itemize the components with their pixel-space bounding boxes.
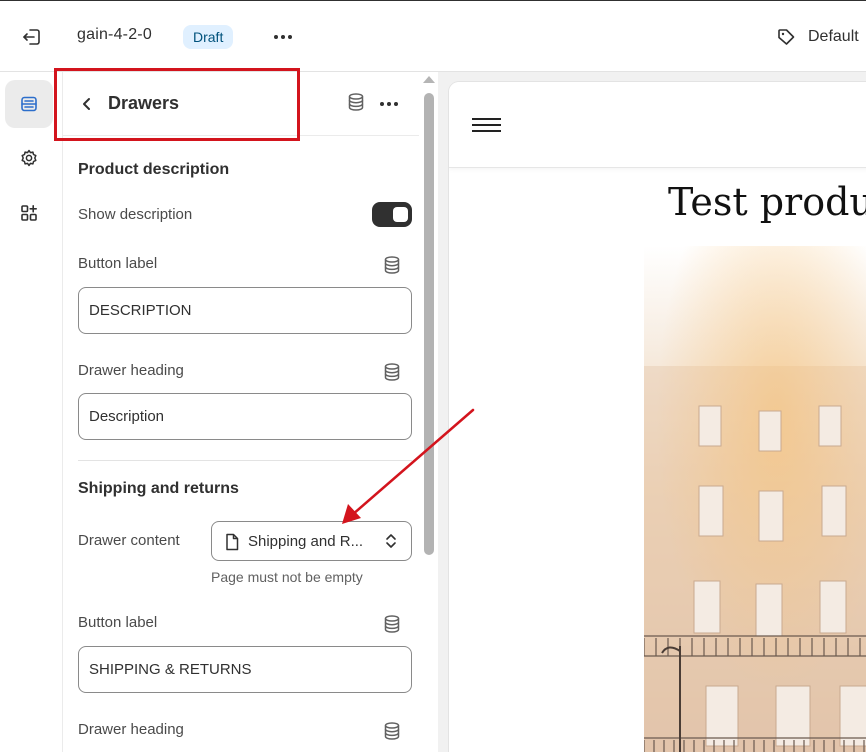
more-horizontal-icon bbox=[274, 35, 292, 39]
panel-title: Drawers bbox=[108, 93, 180, 113]
database-icon[interactable] bbox=[383, 614, 401, 634]
building-photo bbox=[644, 246, 866, 752]
rail-apps-button[interactable] bbox=[5, 189, 53, 237]
chevron-up-down-icon bbox=[386, 534, 396, 548]
exit-button[interactable] bbox=[14, 21, 50, 53]
drawer-heading-label: Drawer heading bbox=[78, 362, 184, 379]
drawer-content-value: Shipping and R... bbox=[248, 533, 364, 550]
show-description-toggle[interactable] bbox=[372, 202, 412, 227]
store-header bbox=[449, 82, 866, 168]
panel-scrollbar-thumb[interactable] bbox=[424, 93, 434, 555]
database-icon[interactable] bbox=[383, 362, 401, 382]
rail-settings-button[interactable] bbox=[5, 134, 53, 182]
section-title-shipping-returns: Shipping and returns bbox=[78, 480, 239, 497]
button-label-label: Button label bbox=[78, 255, 158, 272]
product-image bbox=[644, 246, 866, 752]
gear-icon bbox=[21, 149, 37, 167]
button-label-input[interactable] bbox=[78, 287, 412, 334]
drawer-content-label: Drawer content bbox=[78, 532, 180, 549]
more-horizontal-icon bbox=[380, 102, 398, 106]
rail-sections-button[interactable] bbox=[5, 80, 53, 128]
shipping-button-label-label: Button label bbox=[78, 614, 158, 631]
scroll-up-arrow[interactable] bbox=[423, 76, 435, 83]
back-button[interactable] bbox=[73, 90, 101, 118]
tag-icon bbox=[778, 29, 795, 45]
hamburger-menu-icon[interactable] bbox=[472, 118, 502, 134]
storefront-preview: Test produ bbox=[438, 72, 866, 752]
database-icon[interactable] bbox=[383, 721, 401, 741]
template-selector[interactable]: Default bbox=[776, 21, 859, 53]
exit-icon bbox=[23, 29, 40, 45]
editor-nav-rail bbox=[0, 72, 63, 752]
drawer-content-picker[interactable]: Shipping and R... bbox=[211, 521, 412, 561]
database-icon[interactable] bbox=[347, 92, 365, 112]
shipping-drawer-heading-label: Drawer heading bbox=[78, 721, 184, 738]
sections-icon bbox=[21, 96, 37, 112]
product-title: Test produ bbox=[668, 180, 866, 224]
theme-actions-button[interactable] bbox=[268, 23, 298, 51]
chevron-left-icon bbox=[83, 98, 90, 110]
drawer-heading-input[interactable] bbox=[78, 393, 412, 440]
section-title-product-description: Product description bbox=[78, 161, 230, 178]
drawer-content-help-text: Page must not be empty bbox=[211, 569, 363, 585]
database-icon[interactable] bbox=[383, 255, 401, 275]
panel-more-button[interactable] bbox=[375, 90, 403, 118]
top-bar: gain-4-2-0 Draft Default bbox=[0, 0, 866, 72]
preview-frame: Test produ bbox=[449, 82, 866, 752]
show-description-label: Show description bbox=[78, 206, 193, 223]
status-badge: Draft bbox=[183, 25, 234, 49]
shipping-button-label-input[interactable] bbox=[78, 646, 412, 693]
section-settings-panel: Drawers Product description Show descrip… bbox=[63, 72, 438, 752]
page-icon bbox=[226, 533, 239, 551]
template-label: Default bbox=[808, 28, 859, 45]
panel-header: Drawers bbox=[63, 72, 419, 136]
apps-add-icon bbox=[21, 205, 37, 221]
toggle-knob bbox=[393, 207, 408, 222]
section-divider bbox=[78, 460, 412, 461]
theme-name: gain-4-2-0 bbox=[77, 26, 152, 43]
